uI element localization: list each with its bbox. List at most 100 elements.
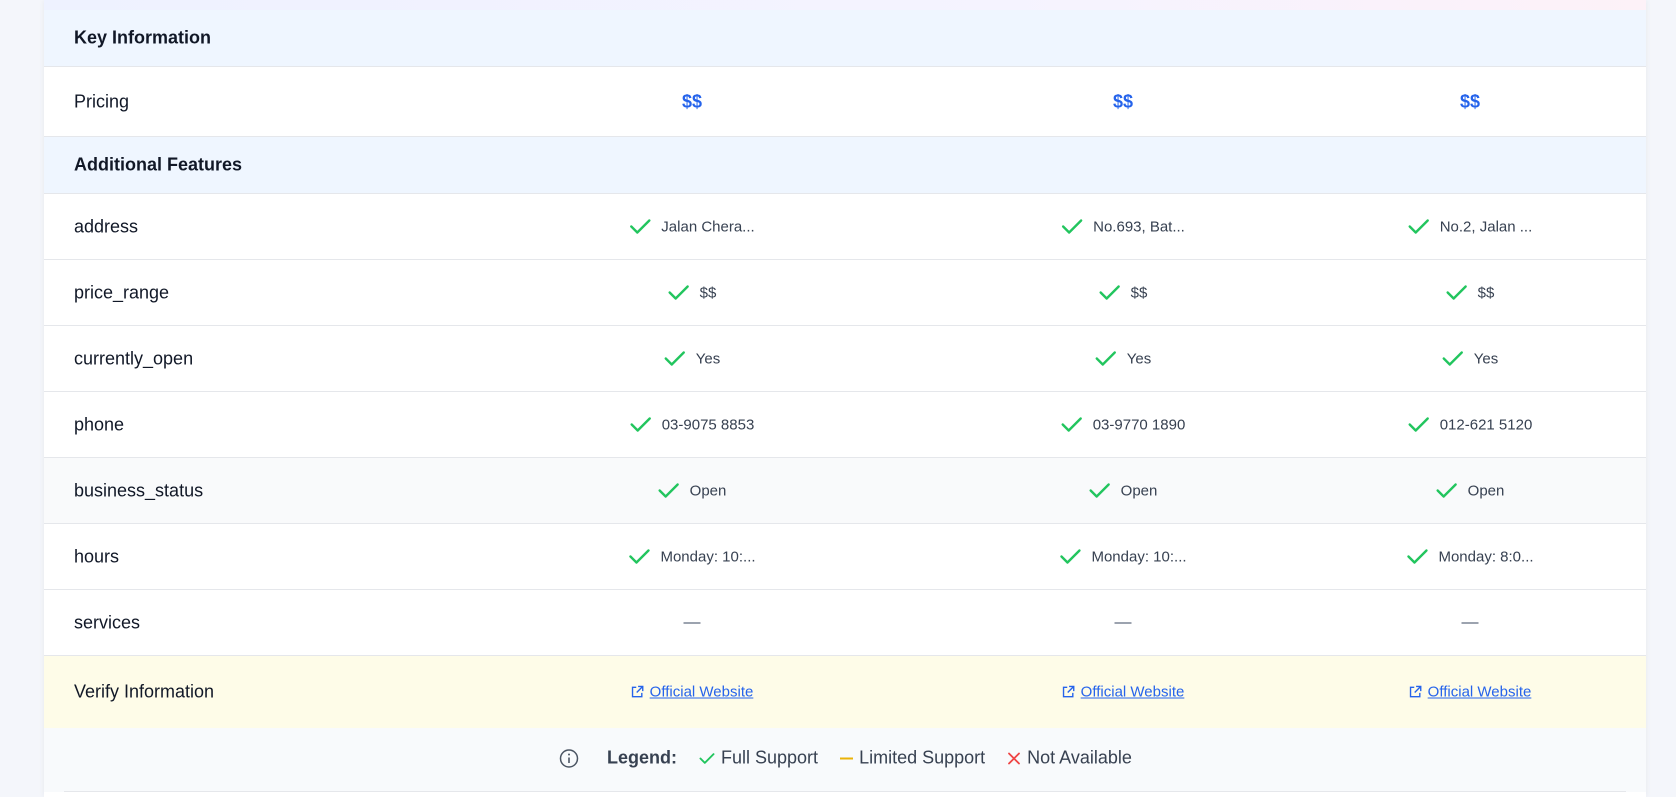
legend-title: Legend: <box>607 747 677 768</box>
check-icon <box>1446 285 1467 300</box>
row-price-range: price_range $$ $$ $$ <box>44 260 1646 326</box>
row-label: business_status <box>74 480 204 500</box>
link-label: Official Website <box>1080 683 1185 701</box>
pricing-value-3: $$ <box>1459 91 1481 111</box>
row-label: phone <box>74 414 125 434</box>
official-website-link[interactable]: Official Website <box>1062 683 1185 701</box>
check-icon <box>630 417 651 432</box>
row-hours: hours Monday: 10:... Monday: 10:... Mond… <box>44 524 1646 590</box>
info-icon <box>559 748 579 768</box>
check-icon <box>630 219 651 234</box>
feature-cell: $$ <box>1446 284 1495 301</box>
feature-cell: Open <box>658 482 727 499</box>
row-label: address <box>74 216 139 236</box>
feature-value: $$ <box>1130 284 1148 301</box>
feature-cell: Yes <box>664 350 720 367</box>
feature-value: 03-9770 1890 <box>1092 416 1186 433</box>
legend-label: Limited Support <box>859 747 986 768</box>
legend-bar: Legend: Full Support Limited Support Not… <box>44 728 1646 792</box>
check-icon <box>668 285 689 300</box>
link-label: Official Website <box>649 683 754 701</box>
feature-cell: $$ <box>1099 284 1148 301</box>
dash-icon <box>1461 621 1479 624</box>
feature-value: No.693, Bat... <box>1093 218 1185 235</box>
external-link-icon <box>631 685 644 698</box>
check-icon <box>699 752 715 764</box>
check-icon <box>1408 417 1429 432</box>
feature-value: 012-621 5120 <box>1439 416 1533 433</box>
feature-cell: 03-9075 8853 <box>630 416 755 433</box>
link-label: Official Website <box>1427 683 1532 701</box>
legend-not-available: Not Available <box>1007 748 1132 769</box>
feature-cell: No.2, Jalan ... <box>1408 218 1533 235</box>
feature-cell: Monday: 8:0... <box>1406 548 1534 565</box>
feature-value: $$ <box>699 284 717 301</box>
legend-full-support: Full Support <box>699 748 818 769</box>
dash-icon <box>683 621 701 624</box>
feature-cell: $$ <box>668 284 717 301</box>
check-icon <box>1060 549 1081 564</box>
feature-value: Open <box>1467 482 1505 499</box>
row-label: currently_open <box>74 348 194 368</box>
check-icon <box>1099 285 1120 300</box>
section-title: Key Information <box>74 27 212 48</box>
feature-cell: Yes <box>1095 350 1151 367</box>
legend-label: Full Support <box>721 747 819 768</box>
row-label: price_range <box>74 282 170 302</box>
pricing-value-2: $$ <box>1112 91 1134 111</box>
check-icon <box>1089 483 1110 498</box>
feature-value: Yes <box>695 350 721 367</box>
feature-value: No.2, Jalan ... <box>1439 218 1533 235</box>
check-icon <box>1061 219 1083 234</box>
section-key-information: Key Information <box>44 10 1646 67</box>
check-icon <box>1436 483 1457 498</box>
row-business-status: business_status Open Open Open <box>44 458 1646 524</box>
external-link-icon <box>1062 685 1075 698</box>
feature-cell: No.693, Bat... <box>1061 218 1185 235</box>
feature-value: Monday: 10:... <box>1091 548 1187 565</box>
row-label: Verify Information <box>74 681 215 702</box>
feature-cell: Jalan Chera... <box>629 218 755 235</box>
feature-value: Yes <box>1126 350 1152 367</box>
row-label: Pricing <box>74 91 130 111</box>
legend-limited-support: Limited Support <box>840 748 985 769</box>
feature-cell: 03-9770 1890 <box>1061 416 1186 433</box>
legend-label: Not Available <box>1027 747 1132 768</box>
row-address: address Jalan Chera... No.693, Bat... No… <box>44 194 1646 260</box>
divider <box>64 791 1626 792</box>
check-icon <box>629 549 650 564</box>
feature-value: Monday: 8:0... <box>1438 548 1534 565</box>
check-icon <box>664 351 685 366</box>
row-phone: phone 03-9075 8853 03-9770 1890 012-621 … <box>44 392 1646 458</box>
x-icon <box>1008 752 1021 764</box>
feature-value: Monday: 10:... <box>660 548 756 565</box>
check-icon <box>1408 219 1429 234</box>
row-label: services <box>74 612 141 632</box>
feature-cell: Yes <box>1442 350 1498 367</box>
section-additional-features: Additional Features <box>44 137 1646 194</box>
legend: Legend: Full Support Limited Support Not… <box>559 748 1144 769</box>
section-title: Additional Features <box>74 154 243 175</box>
dash-icon <box>1114 621 1132 624</box>
header-strip <box>44 0 1646 10</box>
feature-value: 03-9075 8853 <box>661 416 755 433</box>
feature-value: $$ <box>1477 284 1495 301</box>
feature-cell: Open <box>1436 482 1505 499</box>
feature-cell: Monday: 10:... <box>628 548 756 565</box>
official-website-link[interactable]: Official Website <box>631 683 754 701</box>
feature-value: Yes <box>1473 350 1499 367</box>
pricing-value-1: $$ <box>681 91 703 111</box>
check-icon <box>1061 417 1082 432</box>
check-icon <box>1095 351 1116 366</box>
feature-value: Open <box>689 482 727 499</box>
official-website-link[interactable]: Official Website <box>1409 683 1532 701</box>
external-link-icon <box>1409 685 1422 698</box>
row-verify-information: Verify Information Official Website Offi… <box>44 656 1646 728</box>
feature-cell: Monday: 10:... <box>1059 548 1187 565</box>
check-icon <box>658 483 679 498</box>
row-pricing: Pricing $$ $$ $$ <box>44 67 1646 137</box>
feature-cell: 012-621 5120 <box>1408 416 1533 433</box>
comparison-table: Key Information Pricing $$ $$ $$ Additio… <box>44 0 1646 797</box>
row-services: services <box>44 590 1646 656</box>
check-icon <box>1407 549 1428 564</box>
